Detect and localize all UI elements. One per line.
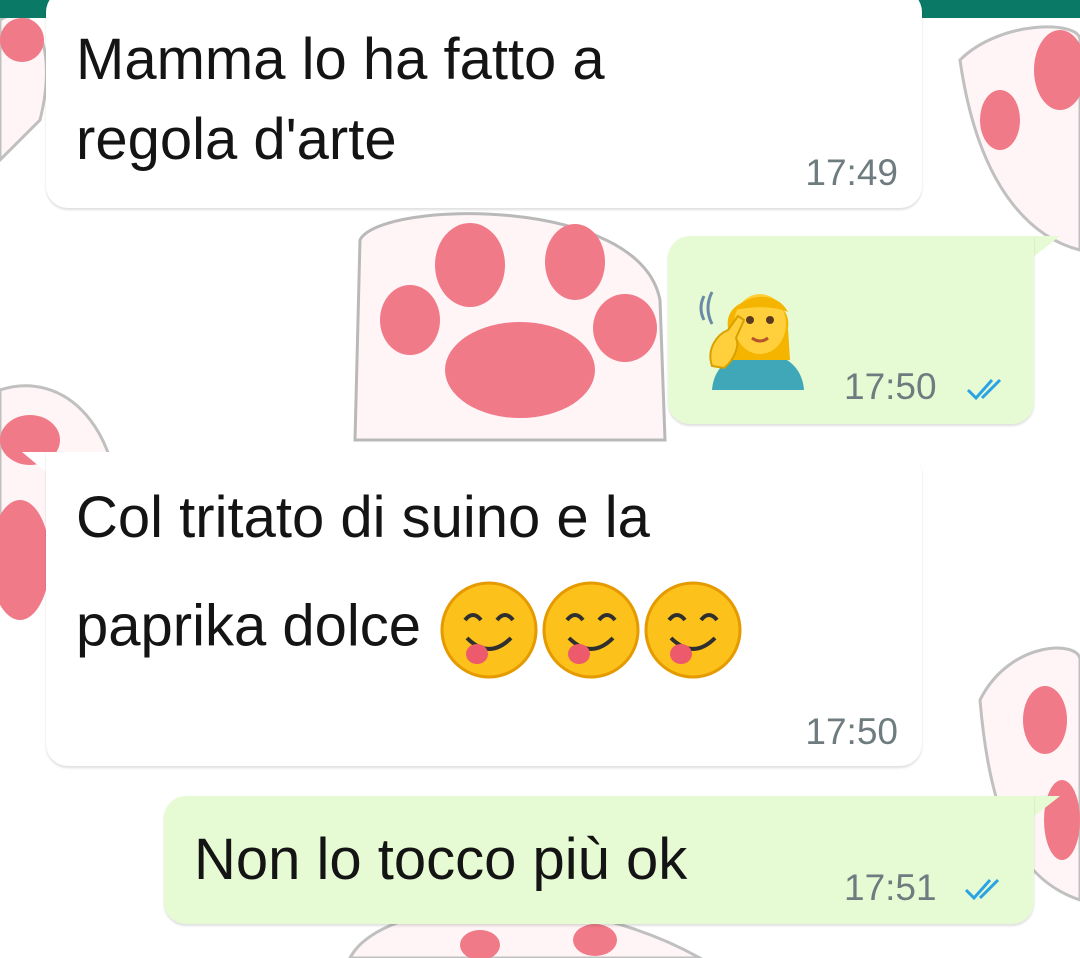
message-text-line: Col tritato di suino e la (76, 485, 650, 550)
outgoing-message-bubble[interactable]: Non lo tocco più ok 17:51 (164, 796, 1034, 924)
paw-print-top-right (958, 25, 1080, 252)
incoming-message-bubble[interactable]: Col tritato di suino e la paprika dolce … (46, 452, 922, 766)
outgoing-message-bubble[interactable]: 17:50 (668, 236, 1034, 424)
message-text-line: Mamma lo ha fatto a (76, 27, 605, 92)
paw-print-top-left (0, 13, 48, 163)
message-text-line: regola d'arte (76, 107, 397, 172)
paw-print-center (353, 212, 667, 442)
yum-face-emoji (542, 581, 640, 679)
message-timestamp: 17:51 (844, 867, 937, 908)
message-timestamp: 17:50 (805, 711, 898, 752)
read-receipt-icon (966, 378, 1002, 401)
message-text-segment: paprika dolce (76, 593, 421, 659)
message-timestamp: 17:50 (844, 366, 937, 407)
message-text-line: Non lo tocco più ok (194, 827, 688, 892)
yum-face-emoji (644, 581, 742, 679)
yum-face-emoji (440, 581, 538, 679)
message-text-line: paprika dolce (76, 580, 743, 680)
incoming-message-bubble[interactable]: Mamma lo ha fatto a regola d'arte 17:49 (46, 0, 922, 208)
read-receipt-icon (964, 878, 1000, 901)
woman-shushing-ear-emoji (699, 291, 804, 390)
message-timestamp: 17:49 (805, 152, 898, 193)
